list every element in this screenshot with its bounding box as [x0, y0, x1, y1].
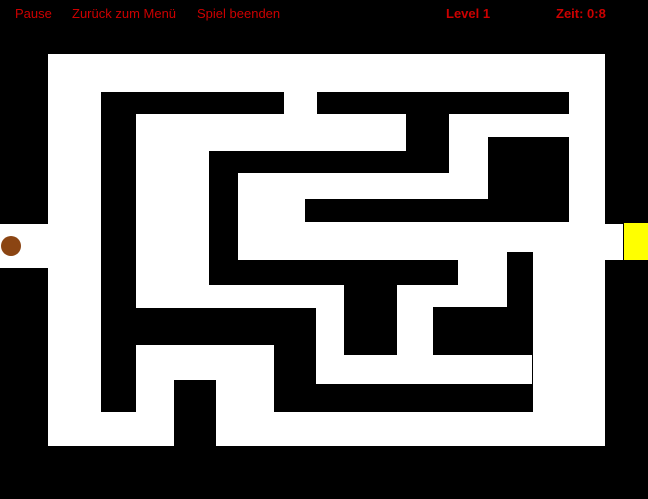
maze-path-segment	[533, 252, 569, 412]
maze-path-segment	[216, 345, 274, 446]
maze-path-segment	[48, 54, 101, 446]
maze-path-segment	[136, 345, 174, 412]
maze-path-segment	[136, 114, 209, 308]
maze-path-segment	[397, 307, 433, 355]
maze-path-segment	[284, 92, 317, 114]
maze-path-segment	[216, 412, 605, 446]
maze-path-segment	[605, 224, 623, 260]
maze-path-segment	[569, 54, 605, 446]
maze-path-segment	[507, 222, 569, 252]
maze-path-segment	[48, 54, 605, 92]
maze-path-segment	[316, 355, 532, 384]
maze-board[interactable]	[0, 0, 648, 499]
game-screen: Pause Zurück zum Menü Spiel beenden Leve…	[0, 0, 648, 499]
goal-marker	[624, 223, 648, 260]
player-ball[interactable]	[1, 236, 21, 256]
maze-path-segment	[397, 285, 507, 307]
maze-path-segment	[316, 308, 344, 355]
maze-path-segment	[136, 285, 344, 308]
maze-path-segment	[48, 412, 174, 446]
maze-path	[0, 54, 623, 446]
